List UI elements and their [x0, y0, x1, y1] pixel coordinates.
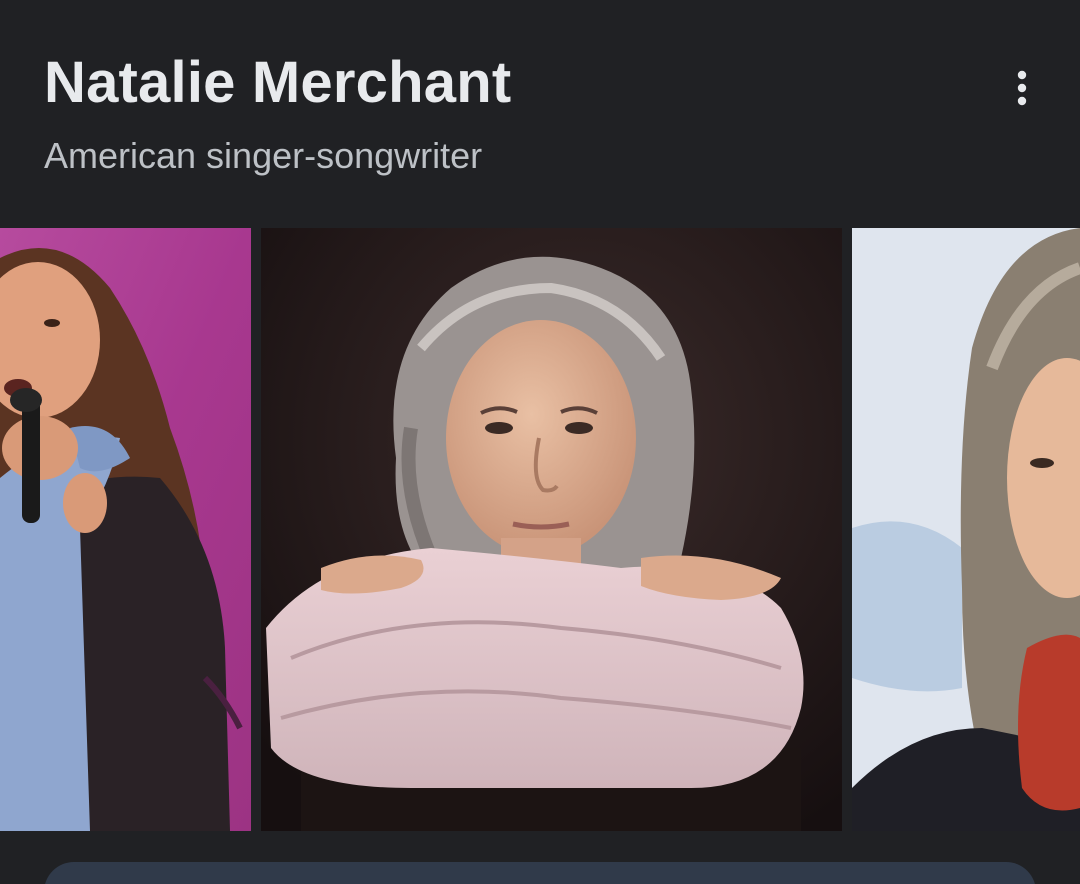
more-options-button[interactable] [998, 64, 1046, 112]
image-singing-with-microphone[interactable] [0, 228, 251, 831]
image-portrait-arms-crossed[interactable] [261, 228, 842, 831]
more-vert-icon [1017, 70, 1027, 106]
image-portrait-red-scarf[interactable] [852, 228, 1080, 831]
page-title: Natalie Merchant [44, 50, 512, 115]
panel-header: Natalie Merchant American singer-songwri… [0, 0, 1080, 228]
next-section-card [44, 862, 1036, 884]
image-carousel[interactable] [0, 228, 1080, 831]
knowledge-panel: Natalie Merchant American singer-songwri… [0, 0, 1080, 884]
entity-description: American singer-songwriter [44, 135, 483, 176]
